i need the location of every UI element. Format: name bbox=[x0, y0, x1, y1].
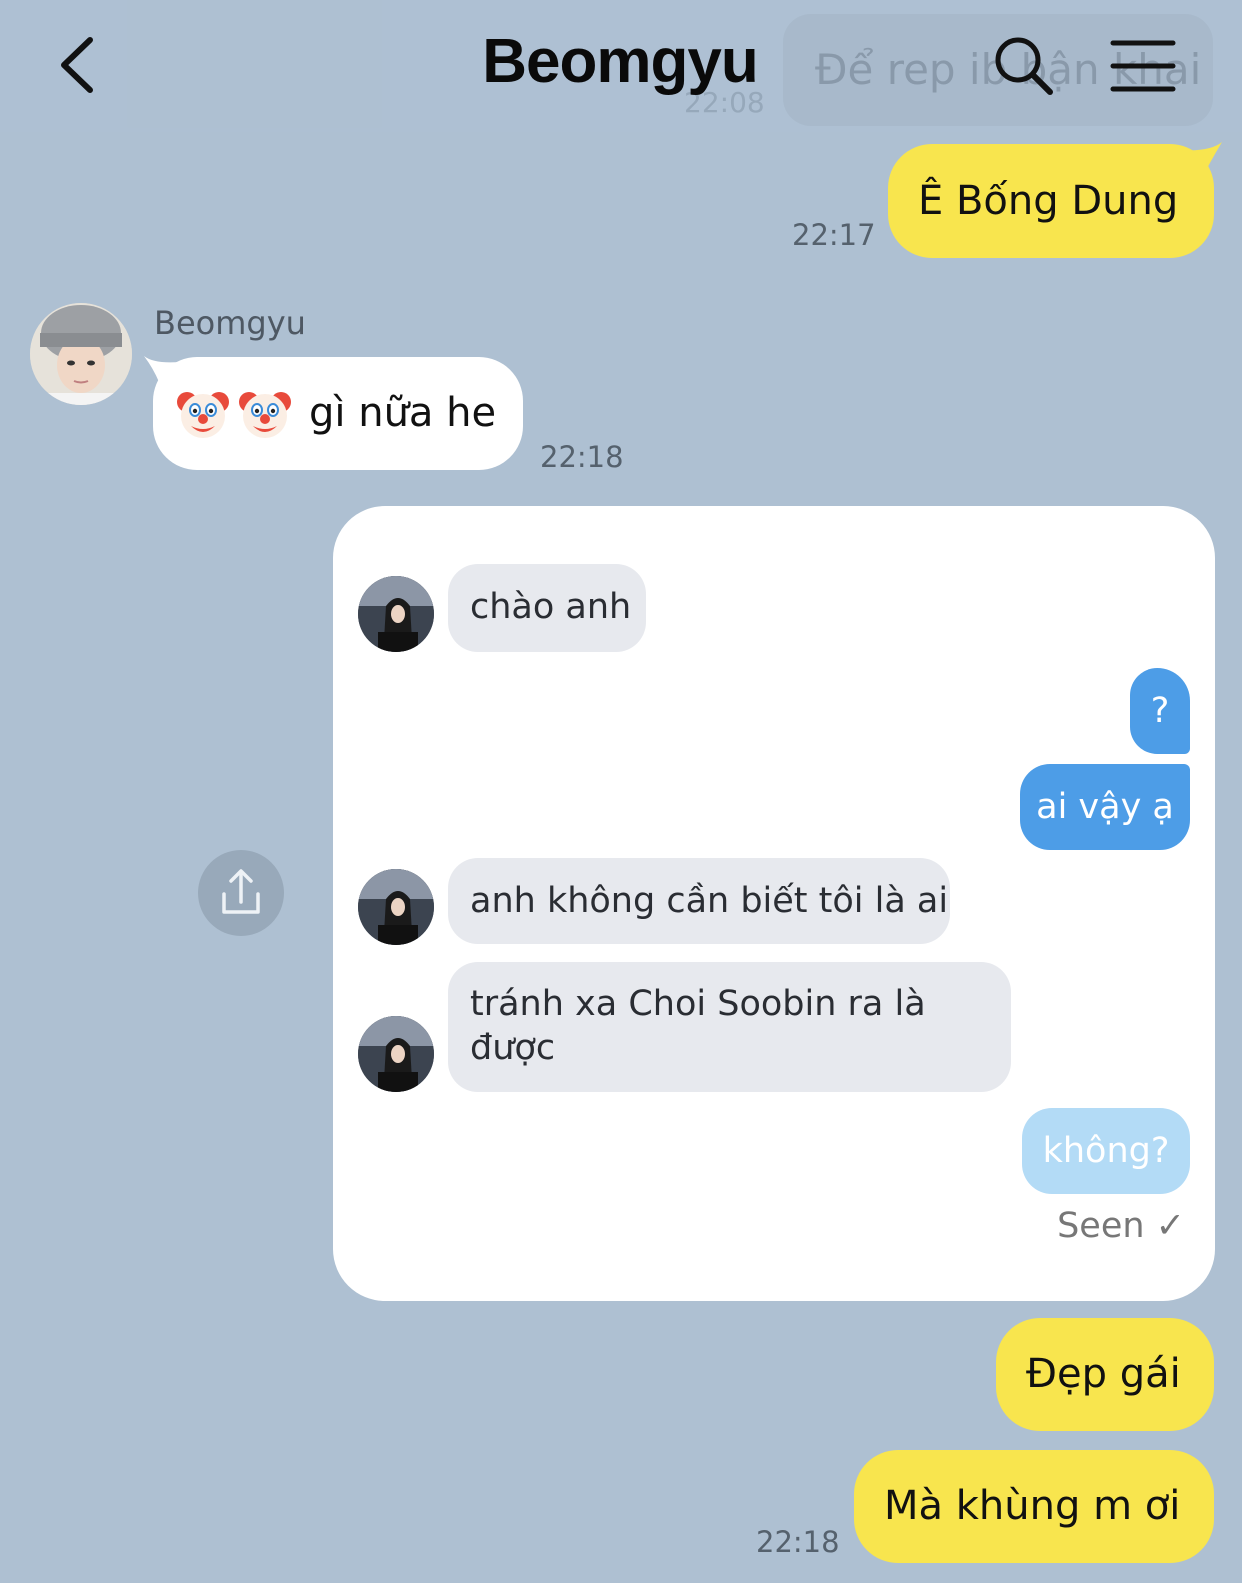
avatar-photo bbox=[358, 576, 434, 652]
search-button[interactable] bbox=[990, 32, 1060, 102]
seen-status: Seen ✓ bbox=[1057, 1206, 1185, 1246]
avatar-photo bbox=[358, 869, 434, 945]
search-icon bbox=[995, 37, 1053, 95]
screenshot-message-sent: ai vậy ạ bbox=[1020, 764, 1190, 850]
avatar bbox=[358, 576, 434, 652]
message-timestamp: 22:17 bbox=[792, 218, 876, 252]
message-bubble-sent[interactable]: Đẹp gái bbox=[996, 1318, 1214, 1431]
avatar[interactable] bbox=[30, 303, 132, 405]
message-bubble-sent[interactable]: Mà khùng m ơi bbox=[854, 1450, 1214, 1563]
clown-face-icon bbox=[177, 391, 229, 438]
chat-title: Beomgyu bbox=[482, 27, 758, 96]
avatar-photo bbox=[358, 1016, 434, 1092]
menu-icon bbox=[1110, 40, 1176, 92]
avatar bbox=[358, 869, 434, 945]
clown-face-icon bbox=[239, 391, 291, 438]
message-line: được bbox=[470, 1028, 556, 1068]
avatar-photo bbox=[30, 303, 132, 405]
message-timestamp: 22:18 bbox=[756, 1525, 840, 1559]
message-timestamp: 22:18 bbox=[540, 440, 624, 474]
screenshot-message-received: tránh xa Choi Soobin ra là được bbox=[448, 962, 1011, 1092]
screenshot-message-received: chào anh bbox=[448, 564, 646, 652]
screenshot-message-sent: ? bbox=[1130, 668, 1190, 754]
message-bubble-sent[interactable]: Ê Bống Dung bbox=[888, 144, 1214, 258]
share-icon bbox=[222, 869, 260, 914]
message-text: gì nữa he bbox=[309, 390, 497, 436]
back-chevron-icon bbox=[61, 37, 93, 93]
screenshot-message-received: anh không cần biết tôi là ai bbox=[448, 858, 950, 944]
screenshot-message-pending: không? bbox=[1022, 1108, 1190, 1194]
menu-button[interactable] bbox=[1110, 38, 1176, 94]
shared-screenshot-card[interactable]: chào anh ? ai vậy ạ anh không cần biết t… bbox=[333, 506, 1215, 1301]
chat-header: Để rep ib bận khai 22:08 Beomgyu bbox=[0, 0, 1242, 132]
sender-name: Beomgyu bbox=[154, 304, 306, 342]
share-button[interactable] bbox=[198, 850, 284, 936]
message-bubble-received[interactable]: gì nữa he bbox=[153, 357, 523, 470]
back-button[interactable] bbox=[52, 30, 112, 100]
message-line: tránh xa Choi Soobin ra là bbox=[470, 984, 926, 1024]
avatar bbox=[358, 1016, 434, 1092]
